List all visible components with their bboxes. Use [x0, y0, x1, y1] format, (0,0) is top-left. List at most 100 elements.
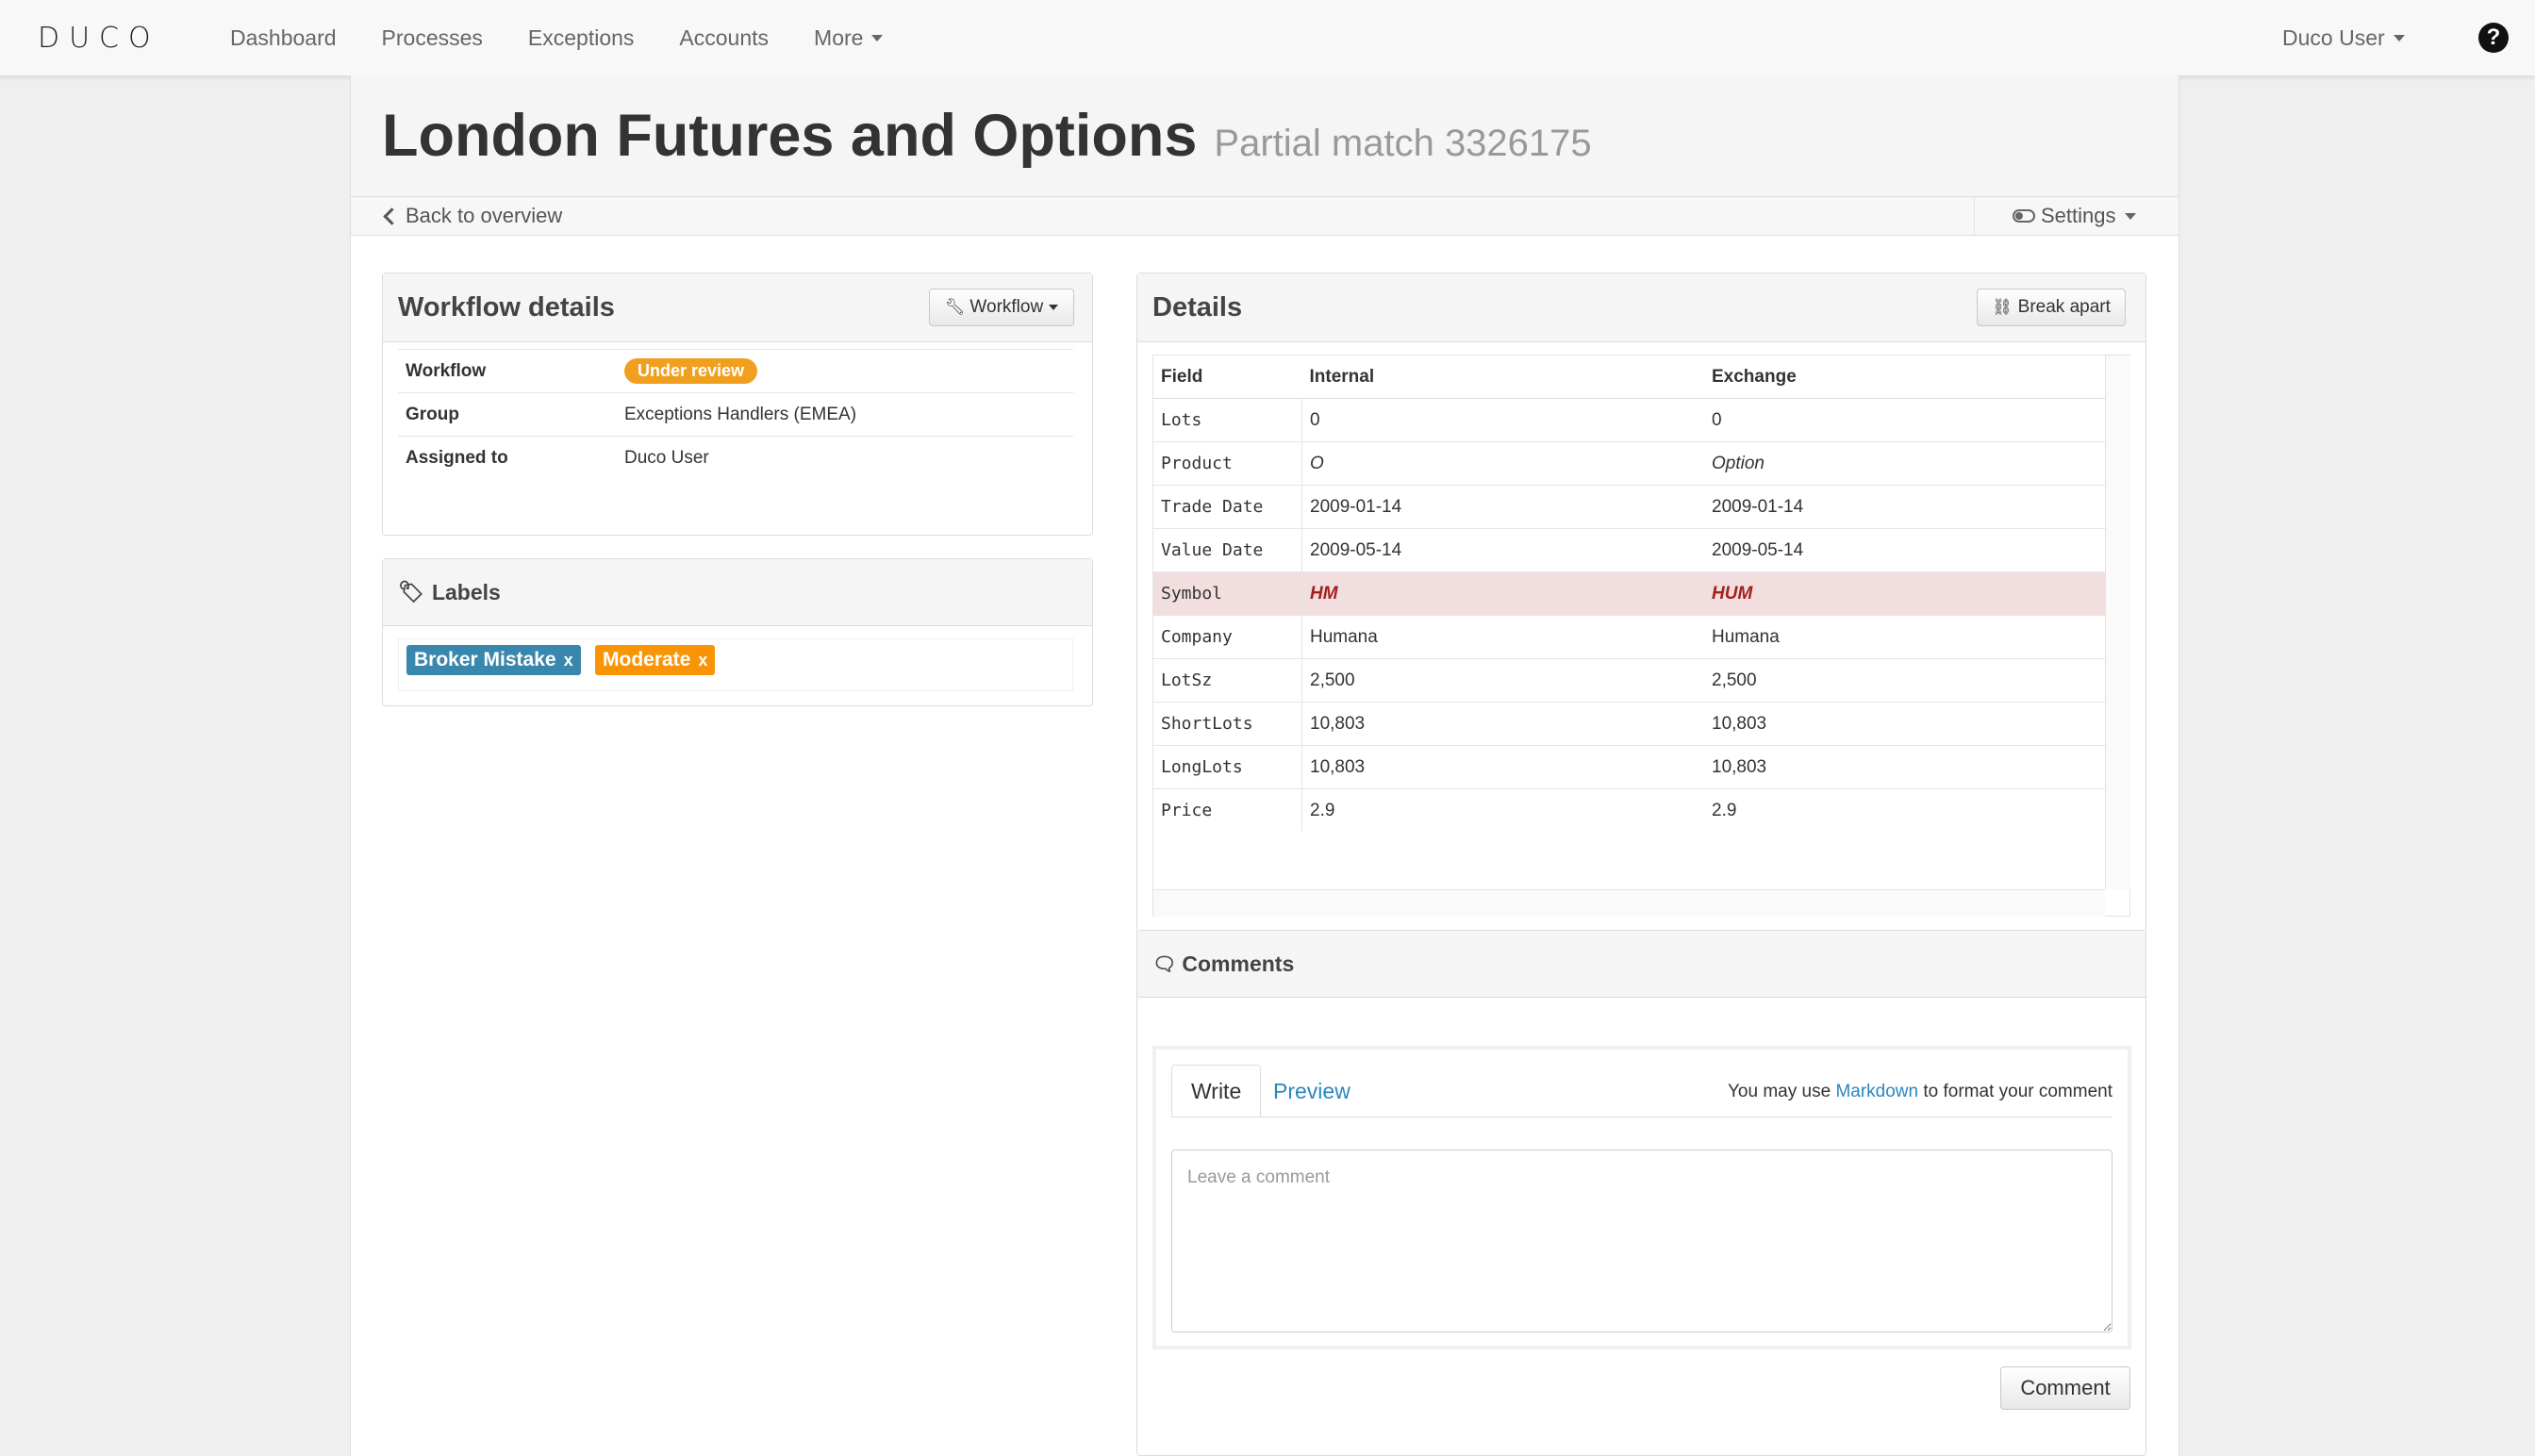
cell-field: LongLots	[1153, 745, 1302, 789]
toggle-icon	[2013, 209, 2035, 223]
markdown-link[interactable]: Markdown	[1835, 1082, 1918, 1101]
unlink-icon: ⛓︎	[1992, 298, 2013, 316]
duco-logo[interactable]: DUCO	[38, 19, 160, 57]
row-key: Workflow	[398, 349, 617, 393]
panel-title: 🗨︎ Comments	[1152, 931, 1294, 997]
cell-exchange: 10,803	[1704, 745, 2105, 789]
comments-icon: 🗨︎	[1152, 953, 1177, 975]
panel-title: 🏷︎ Labels	[398, 559, 501, 625]
wrench-icon: 🔧︎	[944, 298, 966, 316]
details-panel: Details ⛓︎ Break apart Field Internal Ex…	[1136, 273, 2146, 981]
panel-heading: Details ⛓︎ Break apart	[1137, 273, 2146, 342]
details-table: Field Internal Exchange Lots 0 0 Product…	[1153, 356, 2105, 832]
label-text: Broker Mistake	[414, 649, 556, 670]
tab-write[interactable]: Write	[1171, 1065, 1262, 1117]
table-header-row: Field Internal Exchange	[1153, 356, 2105, 399]
comments-panel: 🗨︎ Comments Write Preview You may use Ma…	[1136, 930, 2146, 1456]
user-name: Duco User	[2282, 25, 2385, 50]
divider	[1974, 197, 1975, 235]
tab-preview[interactable]: Preview	[1254, 1065, 1369, 1117]
back-label: Back to overview	[406, 204, 563, 227]
nav-processes[interactable]: Processes	[359, 25, 505, 51]
chevron-down-icon	[2124, 212, 2136, 220]
table-row: Product O Option	[1153, 441, 2105, 486]
table-row: Assigned to Duco User	[398, 436, 1073, 479]
nav-exceptions[interactable]: Exceptions	[505, 25, 657, 51]
hint-suffix: to format your comment	[1923, 1082, 2112, 1101]
cell-exchange: HUM	[1704, 571, 2105, 616]
cell-internal: 2009-01-14	[1301, 485, 1704, 529]
break-apart-label: Break apart	[2017, 297, 2111, 317]
top-navbar: DUCO Dashboard Processes Exceptions Acco…	[0, 0, 2535, 76]
table-row: Workflow Under review	[398, 349, 1073, 393]
row-key: Assigned to	[398, 436, 617, 479]
labels-panel: 🏷︎ Labels Broker Mistake x Moderate x	[382, 558, 1093, 706]
cell-internal: 2009-05-14	[1301, 528, 1704, 572]
nav-more-dropdown[interactable]: More	[791, 25, 905, 51]
label-broker-mistake[interactable]: Broker Mistake x	[406, 645, 581, 675]
cell-exchange: Option	[1704, 441, 2105, 486]
cell-internal: O	[1301, 441, 1704, 486]
cell-internal: 0	[1301, 398, 1704, 442]
workflow-button-label: Workflow	[969, 297, 1044, 317]
comment-textarea[interactable]	[1171, 1150, 2112, 1332]
help-icon[interactable]: ?	[2478, 23, 2509, 53]
comments-title: Comments	[1182, 951, 1295, 976]
remove-label-icon[interactable]: x	[564, 651, 573, 670]
settings-dropdown[interactable]: Settings	[2013, 197, 2136, 235]
cell-exchange: 2.9	[1704, 788, 2105, 832]
table-row: Group Exceptions Handlers (EMEA)	[398, 392, 1073, 437]
panel-heading: Workflow details 🔧︎ Workflow	[383, 273, 1092, 342]
chevron-down-icon	[2393, 34, 2405, 41]
horizontal-scrollbar[interactable]	[1153, 889, 2105, 917]
page-title: London Futures and Options Partial match …	[382, 102, 1592, 170]
table-row: Lots 0 0	[1153, 398, 2105, 442]
break-apart-button[interactable]: ⛓︎ Break apart	[1977, 289, 2126, 326]
vertical-scrollbar[interactable]	[2105, 356, 2130, 889]
row-value: Duco User	[617, 436, 1073, 479]
cell-field: Price	[1153, 788, 1302, 832]
cell-field: LotSz	[1153, 658, 1302, 703]
cell-internal: 2.9	[1301, 788, 1704, 832]
cell-exchange: 2009-05-14	[1704, 528, 2105, 572]
details-scroll-area: Field Internal Exchange Lots 0 0 Product…	[1152, 355, 2130, 917]
remove-label-icon[interactable]: x	[698, 651, 707, 670]
main-container: London Futures and Options Partial match …	[350, 75, 2179, 1456]
table-row: Trade Date 2009-01-14 2009-01-14	[1153, 485, 2105, 529]
row-value: Under review	[617, 349, 1073, 393]
table-row-mismatch: Symbol HM HUM	[1153, 571, 2105, 616]
cell-exchange: 0	[1704, 398, 2105, 442]
row-key: Group	[398, 392, 617, 437]
table-row: Value Date 2009-05-14 2009-05-14	[1153, 528, 2105, 572]
cell-field: Trade Date	[1153, 485, 1302, 529]
label-moderate[interactable]: Moderate x	[595, 645, 716, 675]
cell-exchange: 2009-01-14	[1704, 485, 2105, 529]
labels-title: Labels	[431, 579, 501, 604]
page-header: London Futures and Options Partial match …	[351, 75, 2179, 196]
cell-exchange: 2,500	[1704, 658, 2105, 703]
panel-heading: 🏷︎ Labels	[383, 559, 1092, 626]
comment-submit-button[interactable]: Comment	[2000, 1366, 2130, 1410]
nav-accounts[interactable]: Accounts	[656, 25, 791, 51]
nav-more-label: More	[814, 25, 864, 50]
cell-field: Symbol	[1153, 571, 1302, 616]
cell-field: Lots	[1153, 398, 1302, 442]
cell-field: Product	[1153, 441, 1302, 486]
settings-label: Settings	[2041, 204, 2116, 227]
user-menu-dropdown[interactable]: Duco User	[2282, 0, 2405, 75]
column-header-exchange: Exchange	[1704, 356, 2105, 399]
chevron-left-icon	[383, 207, 401, 225]
workflow-button[interactable]: 🔧︎ Workflow	[929, 289, 1074, 326]
table-row: Company Humana Humana	[1153, 615, 2105, 659]
table-row: LotSz 2,500 2,500	[1153, 658, 2105, 703]
workflow-table: Workflow Under review Group Exceptions H…	[398, 349, 1073, 479]
nav-dashboard[interactable]: Dashboard	[207, 25, 359, 51]
cell-internal: 2,500	[1301, 658, 1704, 703]
page-subbar: Back to overview Settings	[351, 196, 2179, 236]
cell-internal: 10,803	[1301, 745, 1704, 789]
workflow-details-panel: Workflow details 🔧︎ Workflow Workflow Un…	[382, 273, 1093, 536]
back-to-overview-link[interactable]: Back to overview	[382, 197, 562, 235]
panel-heading: 🗨︎ Comments	[1137, 931, 2146, 998]
cell-exchange: 10,803	[1704, 702, 2105, 746]
table-row: Price 2.9 2.9	[1153, 788, 2105, 832]
